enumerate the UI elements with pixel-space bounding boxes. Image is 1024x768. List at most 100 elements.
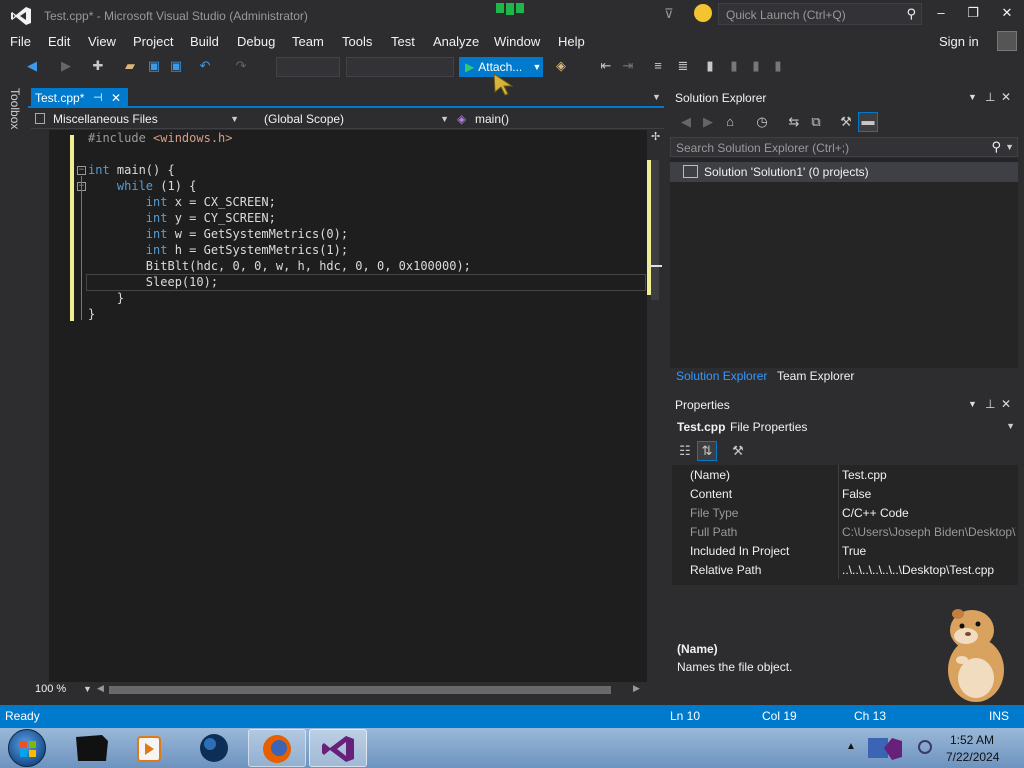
solution-platform-select[interactable]	[346, 57, 454, 77]
horizontal-scrollbar-thumb[interactable]	[109, 686, 611, 694]
scroll-left-icon[interactable]: ◀	[97, 683, 104, 694]
menu-test[interactable]: Test	[391, 34, 415, 49]
feedback-icon[interactable]	[494, 3, 526, 17]
alphabetical-icon[interactable]: ⇅	[697, 441, 717, 461]
back-icon[interactable]: ◀	[678, 114, 694, 130]
scroll-right-icon[interactable]: ▶	[633, 683, 640, 694]
next-bookmark-icon[interactable]: ▮	[748, 58, 764, 74]
property-value[interactable]: C:\Users\Joseph Biden\Desktop\Test.cpp	[842, 525, 1016, 539]
new-project-icon[interactable]: ✚	[90, 58, 106, 74]
taskbar-app-firefox[interactable]	[248, 729, 306, 767]
menu-debug[interactable]: Debug	[237, 34, 275, 49]
taskbar-app-globe[interactable]	[186, 729, 244, 767]
property-row[interactable]: Relative Path ..\..\..\..\..\..\Desktop\…	[672, 560, 1018, 579]
undo-icon[interactable]: ↶	[197, 58, 213, 74]
toolbox-tab[interactable]: Toolbox	[8, 88, 22, 129]
solution-explorer-search-input[interactable]: Search Solution Explorer (Ctrl+;) ⚲ ▼	[670, 137, 1018, 157]
collapse-outline-icon[interactable]: −	[77, 166, 86, 175]
close-button[interactable]: ✕	[995, 5, 1019, 25]
window-position-icon[interactable]: ▼	[968, 92, 977, 102]
comment-lines-icon[interactable]: ≡	[650, 58, 666, 74]
restore-button[interactable]: ❐	[961, 5, 985, 25]
taskbar-app-visual-studio[interactable]	[309, 729, 367, 767]
attach-dropdown-icon[interactable]: ▼	[531, 57, 543, 77]
tab-team-explorer[interactable]: Team Explorer	[777, 369, 854, 383]
visual-studio-logo-icon[interactable]	[10, 6, 32, 26]
properties-wrench-icon[interactable]: ⚒	[838, 114, 854, 130]
navigate-forward-icon[interactable]: ▶	[58, 58, 74, 74]
navigate-back-icon[interactable]: ◀	[24, 58, 40, 74]
quick-launch-input[interactable]: Quick Launch (Ctrl+Q) ⚲	[718, 3, 922, 25]
clock-time[interactable]: 1:52 AM	[950, 733, 994, 747]
zoom-level[interactable]: 100 %	[35, 683, 66, 695]
scope-dropdown[interactable]: (Global Scope) ▼	[247, 109, 453, 129]
categorized-icon[interactable]: ☷	[677, 443, 693, 459]
property-value[interactable]: Test.cpp	[842, 468, 1016, 482]
minimize-button[interactable]: –	[929, 5, 953, 25]
menu-file[interactable]: File	[10, 34, 31, 49]
pending-changes-filter-icon[interactable]: ◷	[754, 114, 770, 130]
menu-view[interactable]: View	[88, 34, 116, 49]
window-position-icon[interactable]: ▼	[968, 399, 977, 409]
tab-solution-explorer[interactable]: Solution Explorer	[676, 369, 767, 383]
preview-selected-items-icon[interactable]: ▬	[858, 112, 878, 132]
property-row[interactable]: Full Path C:\Users\Joseph Biden\Desktop\…	[672, 522, 1018, 541]
search-icon[interactable]: ⚲	[991, 139, 1001, 155]
close-tab-icon[interactable]: ✕	[111, 88, 121, 108]
start-button[interactable]	[8, 729, 46, 767]
property-row[interactable]: File Type C/C++ Code	[672, 503, 1018, 522]
sync-with-document-icon[interactable]: ⇆	[786, 114, 802, 130]
tray-visual-studio-icon[interactable]	[862, 732, 914, 764]
redo-icon[interactable]: ↷	[233, 58, 249, 74]
step-over-icon[interactable]: ⇤	[598, 58, 614, 74]
send-feedback-smiley-icon[interactable]	[694, 4, 712, 22]
solution-node[interactable]: Solution 'Solution1' (0 projects)	[670, 162, 1018, 182]
property-row[interactable]: (Name) Test.cpp	[672, 465, 1018, 484]
uncomment-lines-icon[interactable]: ≣	[675, 58, 691, 74]
property-pages-wrench-icon[interactable]: ⚒	[730, 443, 746, 459]
property-value[interactable]: False	[842, 487, 1016, 501]
document-tab-test-cpp[interactable]: Test.cpp* ⊣ ✕	[31, 88, 128, 108]
clear-bookmarks-icon[interactable]: ▮	[770, 58, 786, 74]
menu-team[interactable]: Team	[292, 34, 324, 49]
collapse-all-icon[interactable]: ⧉	[808, 114, 824, 130]
property-value[interactable]: C/C++ Code	[842, 506, 1016, 520]
account-icon[interactable]	[997, 31, 1017, 51]
bookmark-icon[interactable]: ▮	[702, 58, 718, 74]
previous-bookmark-icon[interactable]: ▮	[726, 58, 742, 74]
scrollbar-thumb[interactable]	[651, 160, 659, 300]
notification-flag-icon[interactable]: ⊽	[664, 6, 674, 22]
find-in-files-icon[interactable]: ◈	[553, 58, 569, 74]
home-icon[interactable]: ⌂	[722, 114, 738, 130]
property-row[interactable]: Included In Project True	[672, 541, 1018, 560]
sign-in-link[interactable]: Sign in	[939, 34, 979, 49]
forward-icon[interactable]: ▶	[700, 114, 716, 130]
property-value[interactable]: True	[842, 544, 1016, 558]
properties-object-selector[interactable]: Test.cpp File Properties ▼	[672, 417, 1018, 437]
menu-edit[interactable]: Edit	[48, 34, 70, 49]
close-icon[interactable]: ✕	[1001, 397, 1011, 411]
menu-build[interactable]: Build	[190, 34, 219, 49]
tray-network-icon[interactable]	[918, 740, 932, 754]
chevron-down-icon[interactable]: ▼	[83, 684, 92, 694]
save-icon[interactable]: ▣	[146, 58, 162, 74]
menu-help[interactable]: Help	[558, 34, 585, 49]
search-icon[interactable]: ⚲	[906, 6, 916, 22]
show-hidden-icons-icon[interactable]: ▲	[846, 741, 856, 752]
pin-icon[interactable]: ⊥	[985, 90, 995, 104]
menu-tools[interactable]: Tools	[342, 34, 372, 49]
property-value[interactable]: ..\..\..\..\..\..\Desktop\Test.cpp	[842, 563, 1016, 577]
tab-overflow-dropdown-icon[interactable]: ▼	[652, 92, 661, 102]
taskbar-app-terminal[interactable]	[62, 729, 120, 767]
menu-analyze[interactable]: Analyze	[433, 34, 479, 49]
solution-configuration-select[interactable]	[276, 57, 340, 77]
property-row[interactable]: Content False	[672, 484, 1018, 503]
menu-window[interactable]: Window	[494, 34, 540, 49]
pin-icon[interactable]: ⊣	[93, 88, 103, 108]
chevron-down-icon[interactable]: ▼	[1005, 142, 1014, 152]
menu-project[interactable]: Project	[133, 34, 173, 49]
taskbar-app-media-player[interactable]	[124, 729, 182, 767]
close-icon[interactable]: ✕	[1001, 90, 1011, 104]
open-file-icon[interactable]: ▰	[122, 58, 138, 74]
member-dropdown[interactable]: ◈ main()	[457, 109, 664, 129]
